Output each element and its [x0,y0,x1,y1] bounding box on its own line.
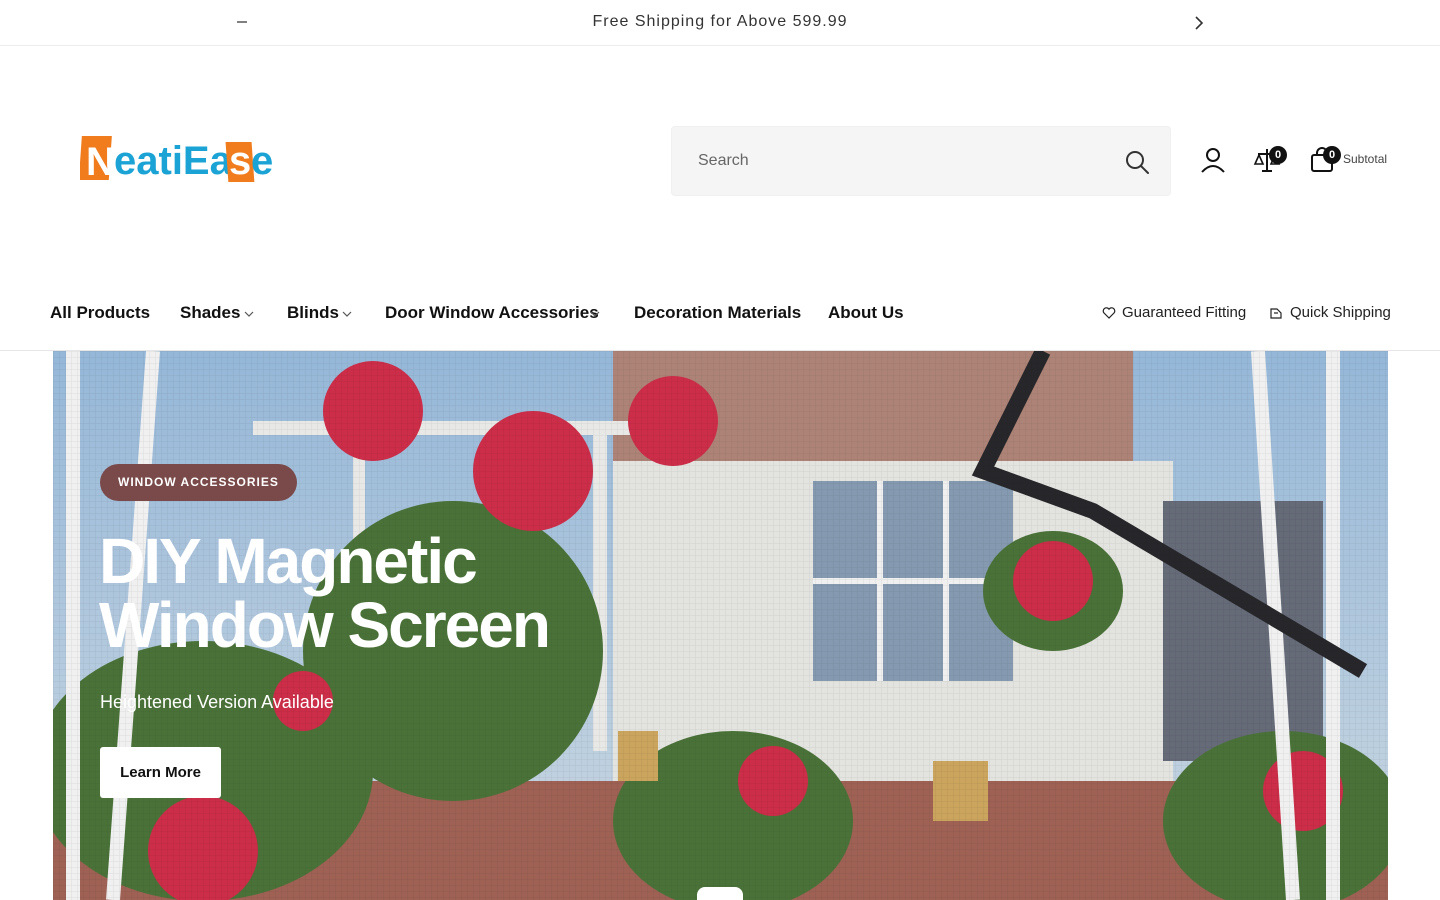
svg-text:e: e [251,139,273,183]
search-bar [671,126,1171,196]
hero-category-tag: WINDOW ACCESSORIES [100,464,297,501]
svg-text:s: s [229,139,251,183]
svg-text:eatiEa: eatiEa [114,139,233,183]
feature-quick-shipping[interactable]: Quick Shipping [1290,304,1391,321]
svg-text:N: N [86,140,115,184]
nav-item-blinds[interactable]: Blinds [287,303,339,323]
logo[interactable]: N eatiEa s e [80,134,274,184]
chevron-down-icon[interactable] [243,308,255,320]
chevron-down-icon[interactable] [341,308,353,320]
hero-banner[interactable]: WINDOW ACCESSORIES DIY Magnetic Window S… [53,351,1388,900]
cart-count-badge: 0 [1323,146,1341,164]
main-nav: All Products Shades Blinds Door Window A… [0,290,1440,351]
nav-item-decoration-materials[interactable]: Decoration Materials [634,303,801,323]
slider-control[interactable] [697,887,743,900]
announcement-text: Free Shipping for Above 599.99 [592,13,848,30]
nav-item-door-window-accessories[interactable]: Door Window Accessories [385,303,599,323]
hero-title: DIY Magnetic Window Screen [99,525,551,661]
chevron-right-icon[interactable] [1190,14,1208,32]
chevron-down-icon[interactable] [589,308,601,320]
compare-count-badge: 0 [1269,146,1287,164]
heart-icon [1102,307,1116,319]
user-icon[interactable] [1199,146,1227,174]
learn-more-button[interactable]: Learn More [100,747,221,798]
nav-item-about-us[interactable]: About Us [828,303,904,323]
hero-subtitle: Heightened Version Available [100,692,334,712]
announcement-bar: Free Shipping for Above 599.99 [0,0,1440,46]
cart-subtotal-label[interactable]: Subtotal [1343,152,1387,166]
nav-item-all-products[interactable]: All Products [50,303,150,323]
search-input[interactable] [672,127,1112,195]
feature-guaranteed-fitting[interactable]: Guaranteed Fitting [1122,304,1246,321]
search-icon[interactable] [1124,149,1150,175]
nav-item-shades[interactable]: Shades [180,303,240,323]
package-icon [1270,308,1282,319]
